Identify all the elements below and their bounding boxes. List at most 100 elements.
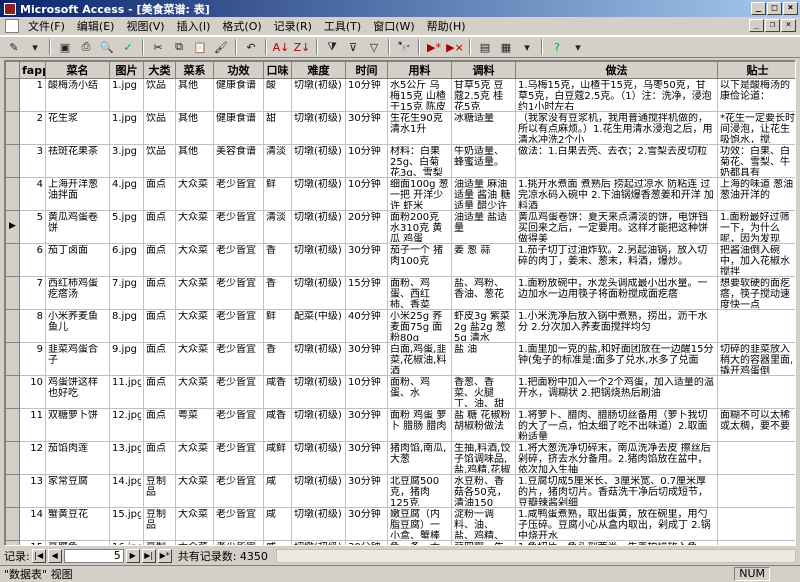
table-row[interactable]: 15 豆腐鱼 16.jpg 豆制品 大众菜 老少皆宜 咸 切墩(初级) 30分钟 鱼一条、大葱一大… xyxy=(5,540,795,545)
table-cell[interactable]: 切墩(初级) xyxy=(291,144,346,178)
column-header[interactable]: 菜系 xyxy=(175,61,214,79)
table-cell[interactable]: 1.将萝卜、腊肉、腊肠切丝备用（萝卜我切的大了一点，怕太细了吃不出味道）2.取面… xyxy=(515,408,718,442)
table-cell[interactable]: 家常豆腐 xyxy=(45,474,110,508)
table-cell[interactable] xyxy=(717,309,795,343)
column-header[interactable]: 用料 xyxy=(387,61,452,79)
table-cell[interactable]: 嫩豆腐（内脂豆腐）一小盒、蟹棒四根、鲜蛋黄 xyxy=(387,507,452,541)
record-selector[interactable] xyxy=(5,78,20,112)
record-selector[interactable]: ▶ xyxy=(5,210,20,244)
cut-icon[interactable]: ✂ xyxy=(148,38,168,56)
apply-filter-icon[interactable]: ▽ xyxy=(364,38,384,56)
table-cell[interactable]: 其他 xyxy=(175,78,214,112)
table-cell[interactable]: 5 xyxy=(19,210,46,244)
table-cell[interactable]: （我家没有豆浆机，我用普通搅拌机做的，所以有点麻烦。）1.花生用清水浸泡之后，用… xyxy=(515,111,718,145)
delete-record-icon[interactable]: ▶× xyxy=(445,38,465,56)
table-cell[interactable]: 大众菜 xyxy=(175,309,214,343)
table-cell[interactable]: 功效：白果、白菊花、雪梨、牛奶都具有 xyxy=(717,144,795,178)
table-cell[interactable]: 大众菜 xyxy=(175,375,214,409)
table-cell[interactable]: 健康食谱 xyxy=(213,78,264,112)
menu-tools[interactable]: 工具(T) xyxy=(318,18,367,34)
table-cell[interactable]: 咸 xyxy=(263,474,292,508)
table-cell[interactable]: 面点 xyxy=(143,375,176,409)
table-cell[interactable]: 6 xyxy=(19,243,46,277)
record-selector[interactable] xyxy=(5,540,20,545)
table-cell[interactable]: 30分钟 xyxy=(345,342,388,376)
table-cell[interactable]: 大众菜 xyxy=(175,210,214,244)
table-cell[interactable]: 老少皆宜 xyxy=(213,375,264,409)
table-cell[interactable]: 7 xyxy=(19,276,46,310)
table-cell[interactable]: 14 xyxy=(19,507,46,541)
table-cell[interactable]: 咸 xyxy=(263,507,292,541)
table-cell[interactable]: 老少皆宜 xyxy=(213,342,264,376)
new-object-dropdown-icon[interactable]: ▾ xyxy=(517,38,537,56)
table-cell[interactable]: 上海的味道 葱油葱油开洋的 xyxy=(717,177,795,211)
record-selector[interactable] xyxy=(5,507,20,541)
table-cell[interactable]: 牛奶适量、蜂蜜适量。 xyxy=(451,144,516,178)
filter-by-selection-icon[interactable]: ⧩ xyxy=(322,38,342,56)
menu-records[interactable]: 记录(R) xyxy=(268,18,318,34)
column-header[interactable]: fapp xyxy=(19,61,46,79)
table-cell[interactable]: 猪肉馅,南瓜,大葱 xyxy=(387,441,452,475)
table-cell[interactable]: 切墩(初级) xyxy=(291,276,346,310)
table-cell[interactable]: 1.茄子切丁过油炸软。2.另起油锅，放入切碎的肉丁，姜末、葱末，料酒，爆炒。 xyxy=(515,243,718,277)
table-cell[interactable]: 细面100g 葱一把 开洋少许 虾米 xyxy=(387,177,452,211)
table-cell[interactable]: 20分钟 xyxy=(345,210,388,244)
table-cell[interactable]: 祛斑花果茶 xyxy=(45,144,110,178)
table-cell[interactable]: 油适量 盐适量 xyxy=(451,210,516,244)
datasheet-grid[interactable]: fapp菜名图片大类菜系功效口味难度时间用料调料做法贴士 1 酸梅汤小结 1.jpg… xyxy=(4,60,796,546)
table-row[interactable]: 12 茄馅肉莲 13.jpg 面点 大众菜 老少皆宜 咸鲜 切墩(初级) 30分钟 猪肉馅,南瓜,… xyxy=(5,441,795,475)
table-cell[interactable]: 切墩(初级) xyxy=(291,243,346,277)
print-icon[interactable]: ⎙ xyxy=(76,38,96,56)
table-cell[interactable]: 10 xyxy=(19,375,46,409)
table-cell[interactable]: 2 xyxy=(19,111,46,145)
table-cell[interactable]: 3.jpg xyxy=(109,144,144,178)
table-cell[interactable]: 9 xyxy=(19,342,46,376)
menu-format[interactable]: 格式(O) xyxy=(216,18,267,34)
menu-file[interactable]: 文件(F) xyxy=(22,18,71,34)
table-cell[interactable]: 1.将大葱洗净切碎末，南瓜洗净去皮 擦丝后剁碎，挤去水分备用。2.猪肉馅放在盆中… xyxy=(515,441,718,475)
table-cell[interactable]: 大众菜 xyxy=(175,507,214,541)
table-cell[interactable]: 15.jpg xyxy=(109,507,144,541)
column-header[interactable]: 做法 xyxy=(515,61,718,79)
record-selector[interactable] xyxy=(5,309,20,343)
database-window-icon[interactable]: ▤ xyxy=(475,38,495,56)
undo-icon[interactable]: ↶ xyxy=(241,38,261,56)
spell-check-icon[interactable]: ✓ xyxy=(118,38,138,56)
table-cell[interactable]: 想要软硬的面疙瘩，筷子搅动速度快一点 xyxy=(717,276,795,310)
help-icon[interactable]: ? xyxy=(547,38,567,56)
table-cell[interactable]: 切墩(初级) xyxy=(291,441,346,475)
table-cell[interactable]: 大众菜 xyxy=(175,342,214,376)
table-cell[interactable]: 姜 葱 蒜 xyxy=(451,243,516,277)
table-cell[interactable]: 老少皆宜 xyxy=(213,276,264,310)
table-cell[interactable]: 韭菜鸡蛋合子 xyxy=(45,342,110,376)
table-cell[interactable] xyxy=(717,441,795,475)
table-cell[interactable]: 面点 xyxy=(143,276,176,310)
table-cell[interactable]: 面点 xyxy=(143,243,176,277)
table-cell[interactable]: 12 xyxy=(19,441,46,475)
table-cell[interactable]: 面点 xyxy=(143,342,176,376)
table-cell[interactable]: 白面,鸡蛋,韭菜,花椒油,料酒 xyxy=(387,342,452,376)
table-cell[interactable]: 切墩(初级) xyxy=(291,210,346,244)
table-cell[interactable]: 香 xyxy=(263,243,292,277)
table-cell[interactable]: 30分钟 xyxy=(345,540,388,545)
table-cell[interactable]: 切墩(初级) xyxy=(291,111,346,145)
record-selector[interactable] xyxy=(5,474,20,508)
record-selector[interactable] xyxy=(5,177,20,211)
column-header[interactable]: 大类 xyxy=(143,61,176,79)
table-cell[interactable]: 黄瓜鸡蛋卷饼：夏天来点清淡的饼，电饼铛买回来之后，一定要用。这样才能把这种饼做得… xyxy=(515,210,718,244)
table-cell[interactable]: 老少皆宜 xyxy=(213,309,264,343)
table-cell[interactable]: 双糖萝卜饼 xyxy=(45,408,110,442)
table-row[interactable]: 9 韭菜鸡蛋合子 9.jpg 面点 大众菜 老少皆宜香 切墩(初级) 30分钟 白面,鸡蛋,韭菜… xyxy=(5,342,795,376)
table-window-icon[interactable] xyxy=(5,19,19,33)
table-cell[interactable]: 清淡 xyxy=(263,210,292,244)
table-cell[interactable]: 1 xyxy=(19,78,46,112)
table-cell[interactable]: 老少皆宜 xyxy=(213,243,264,277)
table-cell[interactable] xyxy=(717,474,795,508)
table-cell[interactable]: 鱼一条、大葱一大根、豆腐一块 xyxy=(387,540,452,545)
table-cell[interactable]: 大众菜 xyxy=(175,177,214,211)
doc-minimize-button[interactable]: _ xyxy=(749,19,764,32)
table-cell[interactable]: 冰糖适量 xyxy=(451,111,516,145)
table-cell[interactable]: 豆制品 xyxy=(143,507,176,541)
table-cell[interactable]: 饮品 xyxy=(143,78,176,112)
table-cell[interactable]: 5.jpg xyxy=(109,210,144,244)
